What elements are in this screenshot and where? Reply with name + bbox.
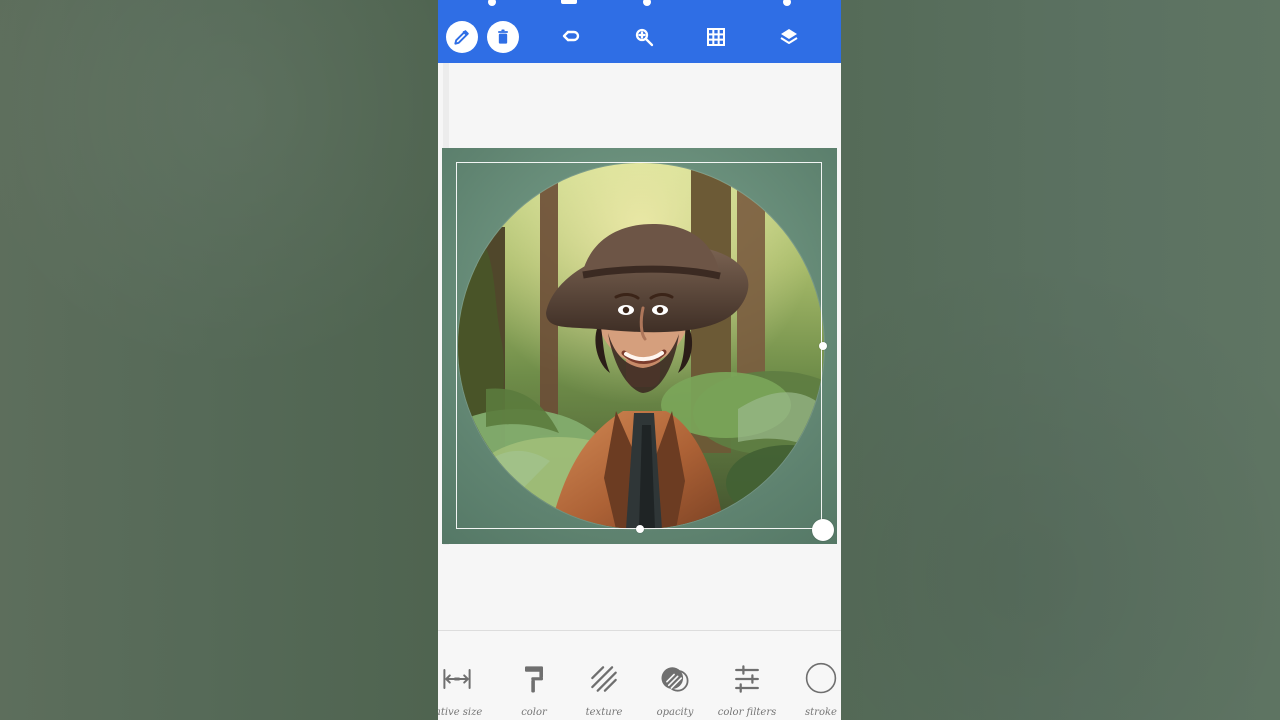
undo-icon bbox=[559, 25, 583, 49]
design-card[interactable] bbox=[442, 148, 837, 544]
bottom-toolbar: lative size color texture bbox=[438, 630, 841, 720]
stroke-label: stroke bbox=[805, 707, 837, 718]
resize-handle-corner[interactable] bbox=[812, 519, 834, 541]
texture-label: texture bbox=[585, 707, 623, 718]
grid-icon bbox=[704, 25, 728, 49]
opacity-icon bbox=[655, 659, 695, 699]
resize-handle-right[interactable] bbox=[819, 342, 827, 350]
status-dot bbox=[561, 0, 577, 4]
opacity-label: opacity bbox=[656, 707, 694, 718]
zoom-in-icon bbox=[632, 25, 656, 49]
zoom-button[interactable] bbox=[626, 19, 662, 55]
color-filters-tool[interactable]: color filters bbox=[712, 659, 782, 719]
color-tool[interactable]: color bbox=[499, 659, 569, 719]
edit-icon bbox=[452, 27, 472, 47]
stroke-icon bbox=[801, 659, 841, 699]
color-filters-icon bbox=[727, 659, 767, 699]
portrait-photo[interactable] bbox=[458, 163, 824, 529]
color-filters-label: color filters bbox=[717, 707, 777, 718]
paint-roller-icon bbox=[514, 659, 554, 699]
trash-icon bbox=[493, 27, 513, 47]
edit-button[interactable] bbox=[446, 21, 478, 53]
layers-button[interactable] bbox=[771, 19, 807, 55]
grid-button[interactable] bbox=[698, 19, 734, 55]
relative-size-tool[interactable]: lative size bbox=[438, 659, 492, 719]
texture-tool[interactable]: texture bbox=[569, 659, 639, 719]
phone-screen: lative size color texture bbox=[438, 0, 841, 720]
opacity-tool[interactable]: opacity bbox=[640, 659, 710, 719]
status-dot bbox=[488, 0, 496, 6]
relative-size-icon bbox=[438, 659, 477, 699]
delete-button[interactable] bbox=[487, 21, 519, 53]
undo-button[interactable] bbox=[553, 19, 589, 55]
stroke-tool[interactable]: stroke bbox=[786, 659, 841, 719]
color-label: color bbox=[521, 707, 547, 718]
layers-icon bbox=[777, 25, 801, 49]
status-dot bbox=[783, 0, 791, 6]
relative-size-label: lative size bbox=[438, 707, 483, 718]
texture-icon bbox=[584, 659, 624, 699]
top-toolbar bbox=[438, 0, 841, 63]
status-dot bbox=[643, 0, 651, 6]
resize-handle-bottom[interactable] bbox=[636, 525, 644, 533]
